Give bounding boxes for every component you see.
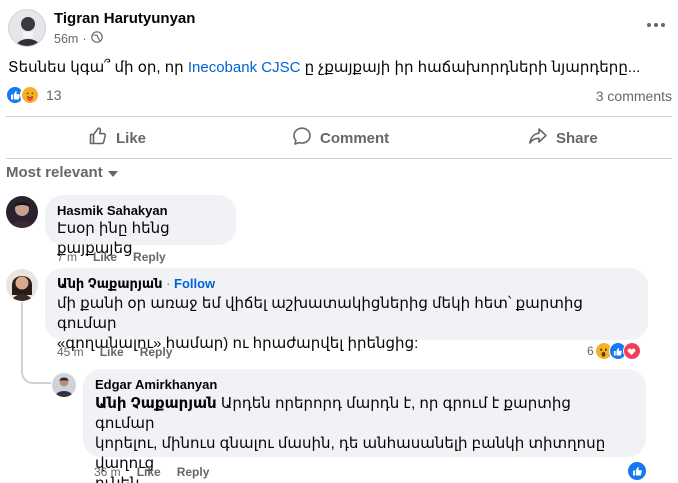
like-thumb-icon xyxy=(88,126,108,150)
reply-tag-link[interactable]: Անի Չաքարյան xyxy=(95,395,217,412)
comment-time[interactable]: 45 m xyxy=(57,345,84,359)
comment-like-button[interactable]: Like xyxy=(100,345,124,359)
reply-text-line: Անի Չաքարյան Արդեն որերորդ մարդն է, որ գ… xyxy=(95,394,634,434)
comment-meta: 36 m Like Reply xyxy=(94,465,209,479)
comment-reactions[interactable] xyxy=(627,461,647,481)
follow-separator: · xyxy=(162,276,175,291)
comment-author[interactable]: Անի Չաքարյան xyxy=(57,276,162,291)
divider-top xyxy=(6,116,672,117)
comment-sort-label: Most relevant xyxy=(6,164,103,181)
comment-bubble-icon xyxy=(292,126,312,150)
comment-bubble: Անի Չաքարյան · Follow մի քանի օր առաջ եմ… xyxy=(45,268,648,352)
like-reaction-icon xyxy=(627,461,647,481)
comment-time[interactable]: 7 m xyxy=(57,250,77,264)
reply-thread-line xyxy=(21,302,23,372)
follow-button[interactable]: Follow xyxy=(174,276,215,291)
care-reaction-icon xyxy=(20,85,40,105)
post-author-name[interactable]: Tigran Harutyunyan xyxy=(54,10,195,27)
share-button[interactable]: Share xyxy=(528,124,598,152)
commenter-avatar[interactable] xyxy=(6,269,38,301)
comment-reply-button[interactable]: Reply xyxy=(177,465,210,479)
comment-like-button[interactable]: Like xyxy=(137,465,161,479)
reply-thread-connector xyxy=(21,372,51,384)
share-button-label: Share xyxy=(556,129,598,147)
comment-reactions[interactable]: 6 xyxy=(587,342,641,360)
commenter-avatar[interactable] xyxy=(6,196,38,228)
comment-sort-dropdown[interactable]: Most relevant xyxy=(6,164,118,181)
comment-author-row: Անի Չաքարյան · Follow xyxy=(57,276,636,292)
comment-button-label: Comment xyxy=(320,129,390,147)
author-avatar[interactable] xyxy=(8,9,46,47)
reactions-summary[interactable]: 13 xyxy=(5,85,62,105)
share-arrow-icon xyxy=(528,126,548,150)
comment-meta: 7 m Like Reply xyxy=(57,250,166,264)
like-button[interactable]: Like xyxy=(88,124,146,152)
more-options-icon[interactable] xyxy=(644,17,668,33)
comment-reply-button[interactable]: Reply xyxy=(133,250,166,264)
comment-author[interactable]: Edgar Amirkhanyan xyxy=(95,377,634,392)
divider-bottom xyxy=(6,158,672,159)
comment-text-line: մի քանի օր առաջ եմ վիճել աշխատակիցներից … xyxy=(57,295,583,332)
comment-meta: 45 m Like Reply xyxy=(57,345,172,359)
comment-like-button[interactable]: Like xyxy=(93,250,117,264)
comment-button[interactable]: Comment xyxy=(292,124,389,152)
commenter-avatar[interactable] xyxy=(52,373,76,397)
comment-reply-button[interactable]: Reply xyxy=(140,345,173,359)
post-text: Տեսնես կգա՞ մի օր, որ Inecobank CJSC ը չ… xyxy=(8,58,640,76)
comment-bubble: Hasmik Sahakyan Էսօր ինը հենց քայքայեց xyxy=(45,195,236,257)
comments-count-link[interactable]: 3 comments xyxy=(596,88,672,104)
post-text-after: ը չքայքայի իր հաճախորդների նյարդերը... xyxy=(300,59,641,76)
globe-icon xyxy=(90,31,103,46)
comment-author[interactable]: Hasmik Sahakyan xyxy=(57,203,224,218)
comment-reaction-count: 6 xyxy=(587,344,594,358)
post-meta: 56m · xyxy=(54,31,103,46)
chevron-down-icon xyxy=(107,171,118,177)
post-timestamp[interactable]: 56m xyxy=(54,32,78,46)
love-reaction-icon xyxy=(622,342,641,360)
post-mention-link[interactable]: Inecobank CJSC xyxy=(188,59,301,76)
meta-separator: · xyxy=(82,31,87,46)
reply-bubble: Edgar Amirkhanyan Անի Չաքարյան Արդեն որե… xyxy=(83,369,646,483)
post-text-before: Տեսնես կգա՞ մի օր, որ xyxy=(8,59,188,76)
comment-time[interactable]: 36 m xyxy=(94,465,121,479)
like-button-label: Like xyxy=(116,129,147,147)
reactions-count: 13 xyxy=(46,87,62,103)
